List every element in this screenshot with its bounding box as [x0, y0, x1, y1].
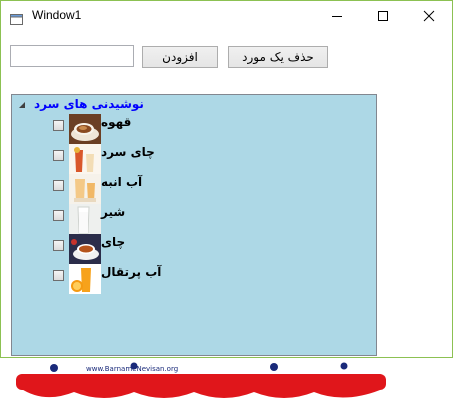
tree-item[interactable]: شیر [50, 204, 250, 234]
delete-item-button[interactable]: حذف یک مورد [228, 46, 328, 68]
maximize-button[interactable] [360, 1, 406, 31]
tree-item[interactable]: آب انبه [50, 174, 250, 204]
add-button[interactable]: افزودن [142, 46, 218, 68]
app-window: Window1 افزودن حذف یک مورد نوشیدنی های س… [0, 0, 453, 358]
item-checkbox[interactable] [53, 210, 64, 221]
item-checkbox[interactable] [53, 240, 64, 251]
minimize-icon [332, 16, 342, 17]
item-checkbox[interactable] [53, 120, 64, 131]
tree-item[interactable]: چای [50, 234, 250, 264]
item-label: قهوه [101, 115, 132, 129]
tree-root-label[interactable]: نوشیدنی های سرد [34, 97, 144, 111]
milk-glass-image [69, 204, 101, 234]
tree-item[interactable]: چای سرد [50, 144, 250, 174]
item-label: شیر [101, 205, 126, 219]
mango-juice-image [69, 174, 101, 204]
title-bar[interactable]: Window1 [1, 1, 452, 31]
close-icon [423, 10, 435, 22]
item-checkbox[interactable] [53, 150, 64, 161]
minimize-button[interactable] [314, 1, 360, 31]
drinks-tree-view[interactable]: نوشیدنی های سرد قهوه چای سرد آب انبه شیر… [11, 94, 377, 356]
logo-url-text: www.BarnameNevisan.org [86, 365, 178, 373]
coffee-cup-image [69, 114, 101, 144]
tree-item[interactable]: آب پرتقال [50, 264, 250, 294]
tea-cup-image [69, 234, 101, 264]
window-title: Window1 [32, 8, 82, 22]
tree-item[interactable]: قهوه [50, 114, 250, 144]
item-checkbox[interactable] [53, 270, 64, 281]
orange-juice-image [69, 264, 101, 294]
item-label: چای سرد [101, 145, 155, 159]
maximize-icon [378, 11, 388, 21]
item-checkbox[interactable] [53, 180, 64, 191]
iced-tea-image [69, 144, 101, 174]
expand-collapse-icon[interactable] [19, 102, 25, 108]
item-label: چای [101, 235, 126, 249]
close-button[interactable] [406, 1, 452, 31]
barnamenevisan-logo: www.BarnameNevisan.org [14, 358, 388, 404]
item-name-input[interactable] [10, 45, 134, 67]
window-app-icon [10, 10, 23, 25]
item-label: آب پرتقال [101, 265, 162, 279]
item-label: آب انبه [101, 175, 143, 189]
